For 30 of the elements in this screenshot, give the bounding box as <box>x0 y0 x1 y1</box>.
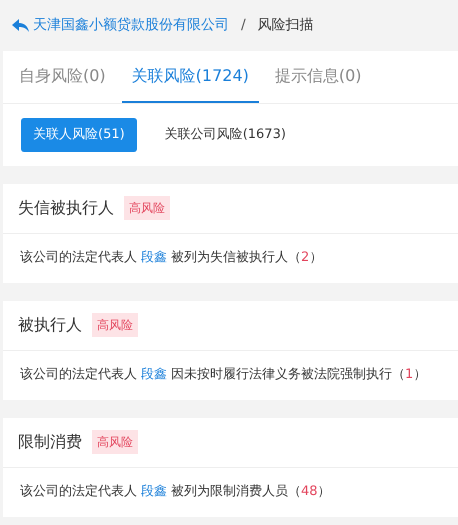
person-link[interactable]: 段鑫 <box>141 248 167 268</box>
risk-count: 2 <box>301 249 310 268</box>
risk-text: 该公司的法定代表人 <box>20 483 137 502</box>
risk-text: 被列为限制消费人员（ <box>171 483 301 502</box>
breadcrumb-link[interactable]: 天津国鑫小额贷款股份有限公司 <box>12 15 229 36</box>
back-icon[interactable] <box>12 19 29 32</box>
person-link[interactable]: 段鑫 <box>141 365 167 385</box>
tab[interactable]: 关联风险(1724) <box>122 51 259 103</box>
tab[interactable]: 提示信息(0) <box>264 51 372 103</box>
risk-count: 48 <box>301 483 318 502</box>
risk-title: 失信被执行人 <box>18 197 114 219</box>
risk-title: 限制消费 <box>18 431 82 453</box>
person-link[interactable]: 段鑫 <box>141 482 167 502</box>
risk-text: 被列为失信被执行人（ <box>171 249 301 268</box>
risk-count: 1 <box>405 366 414 384</box>
risk-tag: 高风险 <box>92 430 138 454</box>
risk-text: 该公司的法定代表人 <box>20 366 137 384</box>
breadcrumb-current: 风险扫描 <box>258 16 314 35</box>
risk-text: ） <box>309 249 322 268</box>
risk-text: 该公司的法定代表人 <box>20 249 137 268</box>
subtab-button[interactable]: 关联人风险(51) <box>21 118 137 152</box>
risk-tag: 高风险 <box>124 196 170 220</box>
risk-text: ） <box>318 483 331 502</box>
risk-text: 因未按时履行法律义务被法院强制执行（ <box>171 366 405 384</box>
risk-text: ） <box>413 366 426 384</box>
breadcrumb-separator: / <box>241 16 246 35</box>
risk-title: 被执行人 <box>18 314 82 336</box>
subtab-button[interactable]: 关联公司风险(1673) <box>152 118 298 152</box>
risk-tag: 高风险 <box>92 313 138 337</box>
tab[interactable]: 自身风险(0) <box>9 51 116 103</box>
